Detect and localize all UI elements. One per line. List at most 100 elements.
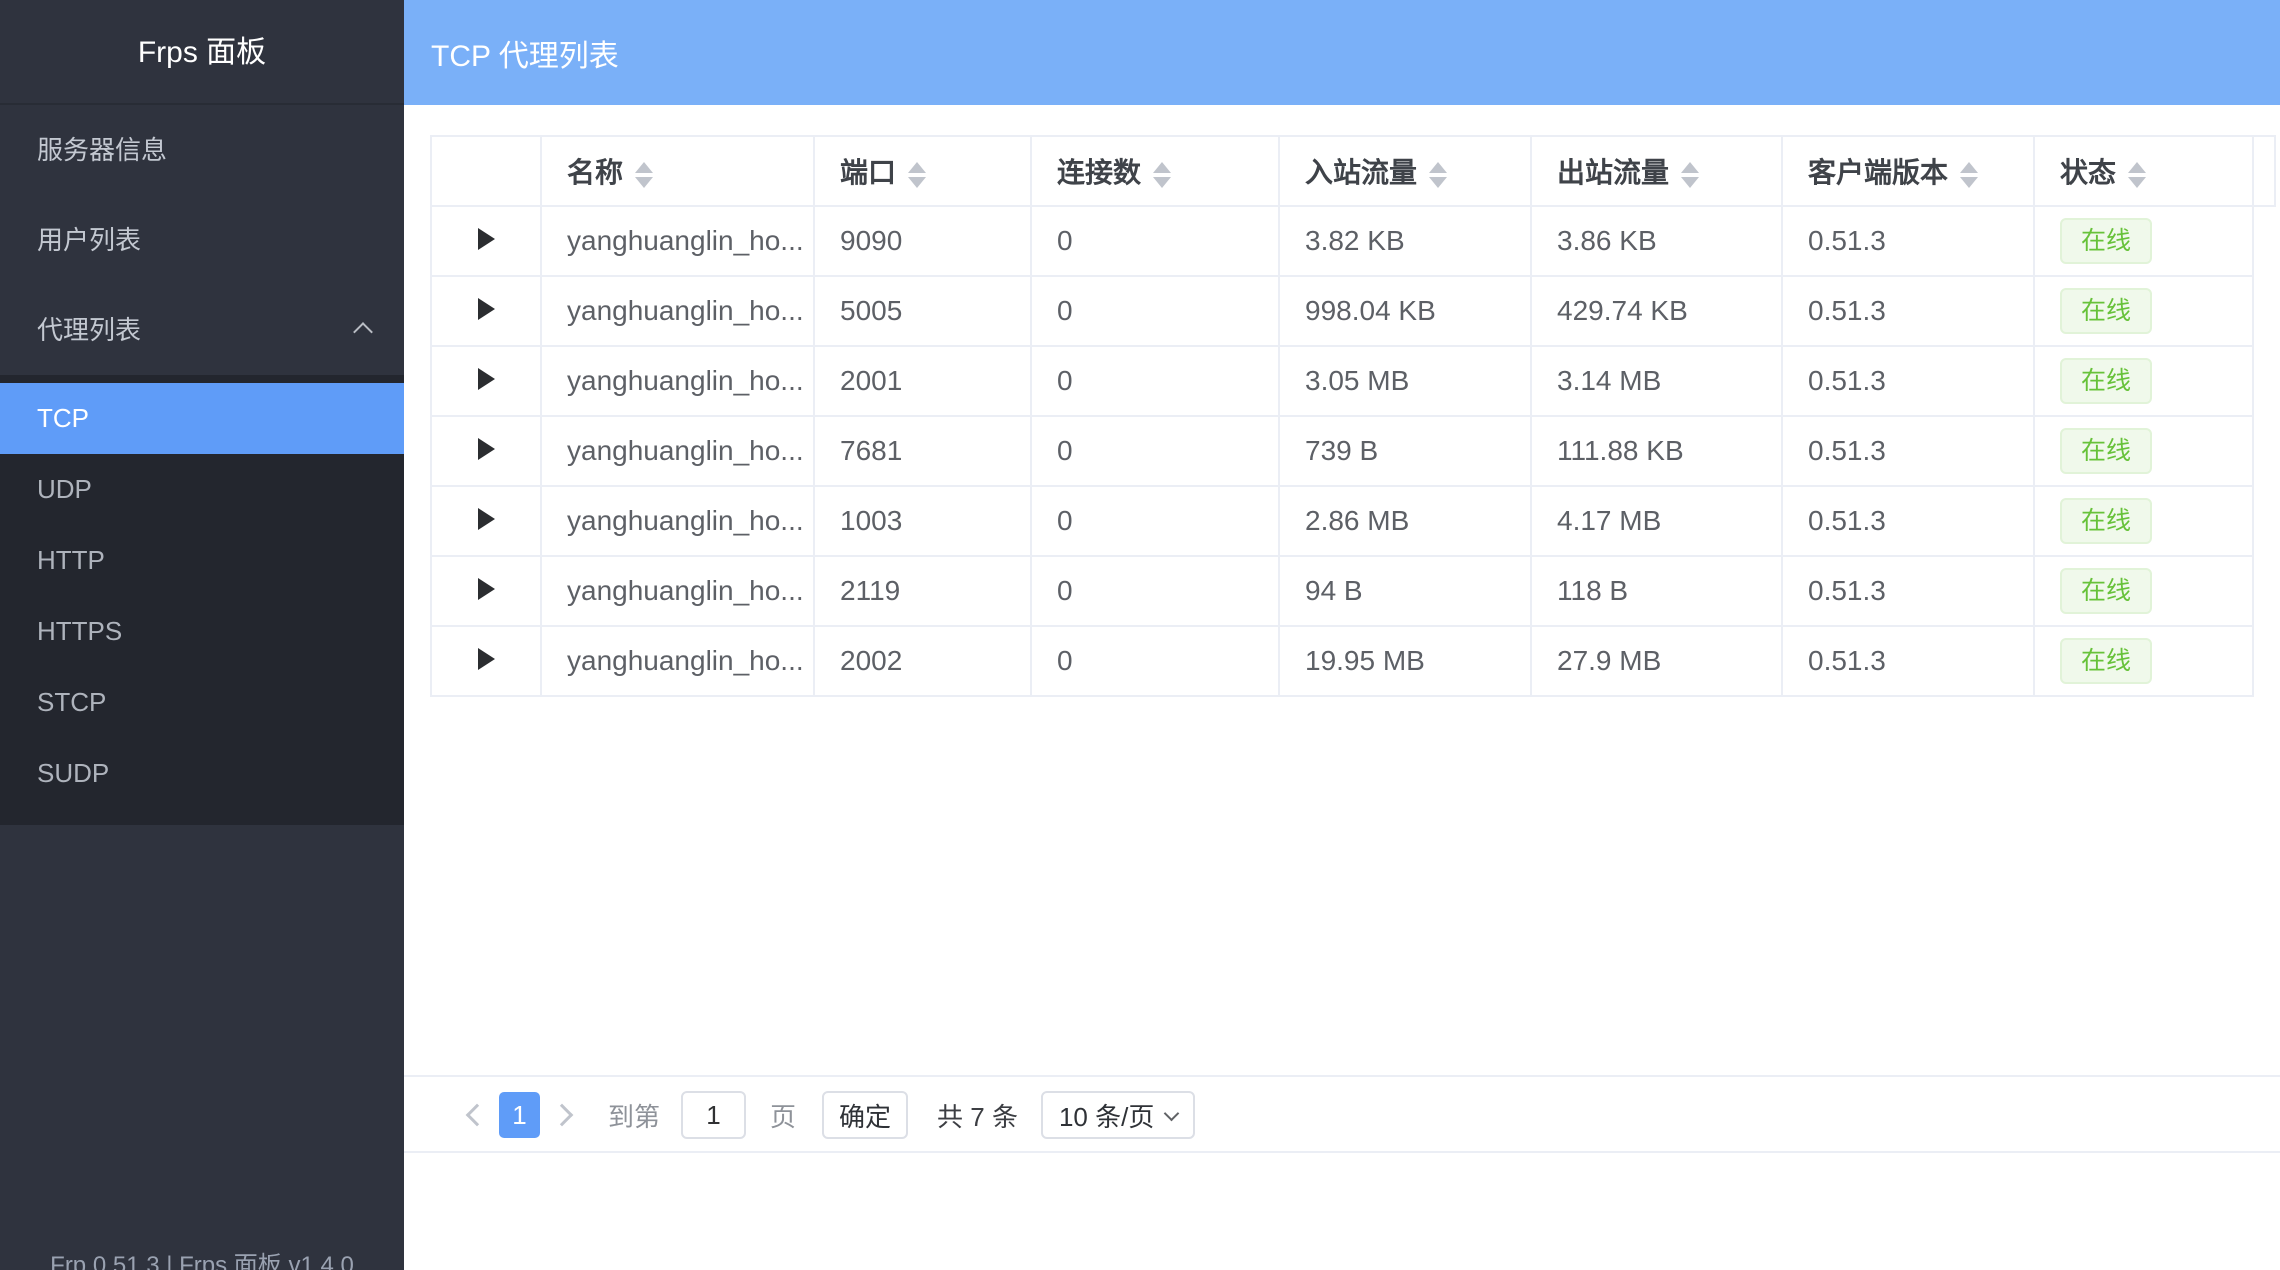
expand-row-icon[interactable] (478, 508, 495, 530)
column-header-expand (431, 136, 541, 206)
table-header: 名称 端口 连接数 入站流量 出站流量 客户端版本 状态 (431, 136, 2275, 206)
sidebar-item-https[interactable]: HTTPS (0, 596, 404, 667)
cell-name: yanghuanglin_ho... (541, 276, 814, 346)
sort-desc-icon[interactable] (1681, 177, 1699, 188)
sort-caret-icon[interactable] (635, 162, 653, 188)
goto-page-input[interactable] (681, 1091, 746, 1139)
cell-name: yanghuanglin_ho... (541, 346, 814, 416)
sort-asc-icon[interactable] (635, 162, 653, 173)
cell-name: yanghuanglin_ho... (541, 206, 814, 276)
cell-traffic-out: 3.86 KB (1531, 206, 1782, 276)
sidebar-item-stcp[interactable]: STCP (0, 667, 404, 738)
sort-desc-icon[interactable] (1429, 177, 1447, 188)
cell-traffic-in: 19.95 MB (1279, 626, 1531, 696)
sort-caret-icon[interactable] (908, 162, 926, 188)
confirm-button[interactable]: 确定 (822, 1091, 908, 1139)
expand-row-icon[interactable] (478, 648, 495, 670)
cell-gutter (2253, 346, 2275, 416)
sort-caret-icon[interactable] (1429, 162, 1447, 188)
sort-asc-icon[interactable] (1429, 162, 1447, 173)
cell-client-version: 0.51.3 (1782, 416, 2034, 486)
prev-page-button[interactable] (455, 1091, 499, 1139)
sort-caret-icon[interactable] (2128, 162, 2146, 188)
cell-traffic-out: 111.88 KB (1531, 416, 1782, 486)
cell-connections: 0 (1031, 486, 1279, 556)
status-badge: 在线 (2060, 288, 2152, 334)
sidebar-item-user-list[interactable]: 用户列表 (0, 195, 404, 285)
expand-row-icon[interactable] (478, 578, 495, 600)
column-header-status[interactable]: 状态 (2034, 136, 2253, 206)
status-badge: 在线 (2060, 218, 2152, 264)
sort-asc-icon[interactable] (1153, 162, 1171, 173)
column-header-client-version[interactable]: 客户端版本 (1782, 136, 2034, 206)
expand-row-icon[interactable] (478, 438, 495, 460)
cell-port: 5005 (814, 276, 1031, 346)
sort-desc-icon[interactable] (1153, 177, 1171, 188)
sidebar-item-tcp[interactable]: TCP (0, 383, 404, 454)
expand-row-icon[interactable] (478, 368, 495, 390)
sidebar-item-udp[interactable]: UDP (0, 454, 404, 525)
cell-gutter (2253, 556, 2275, 626)
column-header-port-label: 端口 (840, 157, 896, 188)
cell-port: 2002 (814, 626, 1031, 696)
expand-row-icon[interactable] (478, 298, 495, 320)
cell-client-version: 0.51.3 (1782, 486, 2034, 556)
main-area: TCP 代理列表 名称 端口 连接数 入站流量 出站流量 客户端版本 状态 (404, 0, 2280, 1270)
sort-desc-icon[interactable] (908, 177, 926, 188)
table-row: yanghuanglin_ho... 2002 0 19.95 MB 27.9 … (431, 626, 2275, 696)
sort-caret-icon[interactable] (1153, 162, 1171, 188)
goto-page-label: 到第 (608, 1097, 660, 1134)
cell-expand (431, 416, 541, 486)
next-page-button[interactable] (540, 1091, 584, 1139)
cell-expand (431, 206, 541, 276)
sidebar-menu: 服务器信息 用户列表 代理列表 TCP UDP HTTP HTTPS STCP … (0, 105, 404, 825)
page-number-button[interactable]: 1 (499, 1092, 540, 1138)
column-header-traffic-in-label: 入站流量 (1305, 157, 1417, 188)
proxy-table-wrap: 名称 端口 连接数 入站流量 出站流量 客户端版本 状态 yanghuangli… (430, 135, 2276, 697)
sidebar-item-proxy-list[interactable]: 代理列表 (0, 285, 404, 375)
cell-traffic-in: 3.05 MB (1279, 346, 1531, 416)
column-header-status-label: 状态 (2060, 157, 2116, 188)
sort-asc-icon[interactable] (908, 162, 926, 173)
column-header-connections[interactable]: 连接数 (1031, 136, 1279, 206)
sidebar-item-sudp[interactable]: SUDP (0, 738, 404, 809)
sort-desc-icon[interactable] (2128, 177, 2146, 188)
sidebar-item-proxy-list-label: 代理列表 (37, 315, 141, 345)
expand-row-icon[interactable] (478, 228, 495, 250)
pagination-divider-bottom (404, 1151, 2280, 1153)
sort-asc-icon[interactable] (2128, 162, 2146, 173)
cell-status: 在线 (2034, 626, 2253, 696)
page-size-select[interactable]: 10 条/页 (1041, 1091, 1195, 1139)
sort-caret-icon[interactable] (1960, 162, 1978, 188)
sidebar-item-http[interactable]: HTTP (0, 525, 404, 596)
column-header-traffic-in[interactable]: 入站流量 (1279, 136, 1531, 206)
sort-desc-icon[interactable] (635, 177, 653, 188)
sort-caret-icon[interactable] (1681, 162, 1699, 188)
sidebar-item-server-info[interactable]: 服务器信息 (0, 105, 404, 195)
sort-asc-icon[interactable] (1960, 162, 1978, 173)
column-header-name[interactable]: 名称 (541, 136, 814, 206)
version-footer: Frp 0.51.3 | Frps 面板 v1.4.0 (0, 1245, 404, 1270)
status-badge: 在线 (2060, 358, 2152, 404)
pagination-divider-top (404, 1075, 2280, 1077)
cell-traffic-in: 3.82 KB (1279, 206, 1531, 276)
table-row: yanghuanglin_ho... 2001 0 3.05 MB 3.14 M… (431, 346, 2275, 416)
proxy-table: 名称 端口 连接数 入站流量 出站流量 客户端版本 状态 yanghuangli… (430, 135, 2276, 697)
cell-traffic-in: 94 B (1279, 556, 1531, 626)
cell-expand (431, 346, 541, 416)
cell-expand (431, 486, 541, 556)
cell-name: yanghuanglin_ho... (541, 626, 814, 696)
cell-traffic-in: 2.86 MB (1279, 486, 1531, 556)
sort-desc-icon[interactable] (1960, 177, 1978, 188)
cell-gutter (2253, 206, 2275, 276)
status-badge: 在线 (2060, 568, 2152, 614)
page-title: TCP 代理列表 (404, 31, 619, 75)
status-badge: 在线 (2060, 428, 2152, 474)
column-header-port[interactable]: 端口 (814, 136, 1031, 206)
cell-client-version: 0.51.3 (1782, 346, 2034, 416)
sort-asc-icon[interactable] (1681, 162, 1699, 173)
status-badge: 在线 (2060, 638, 2152, 684)
cell-traffic-in: 739 B (1279, 416, 1531, 486)
chevron-right-icon (551, 1104, 574, 1127)
column-header-traffic-out[interactable]: 出站流量 (1531, 136, 1782, 206)
